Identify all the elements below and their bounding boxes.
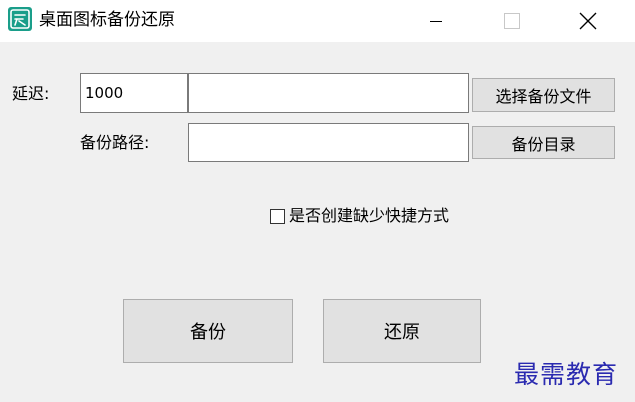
select-backup-file-button[interactable]: 选择备份文件: [472, 78, 615, 112]
backup-file-input[interactable]: [188, 73, 469, 113]
maximize-button[interactable]: [489, 0, 535, 42]
app-logo-icon: [8, 7, 32, 31]
delay-input[interactable]: 1000: [80, 73, 188, 113]
minimize-button[interactable]: [413, 0, 459, 42]
checkbox-square[interactable]: [270, 208, 285, 224]
restore-button[interactable]: 还原: [323, 299, 481, 363]
delay-label: 延迟:: [12, 84, 50, 103]
close-button[interactable]: [565, 0, 611, 42]
backup-path-input[interactable]: [188, 123, 469, 162]
title-bar[interactable]: 桌面图标备份还原: [0, 0, 635, 42]
minimize-icon: [430, 21, 442, 22]
backup-path-label: 备份路径:: [80, 133, 150, 152]
create-missing-shortcuts-checkbox[interactable]: 是否创建缺少快捷方式: [270, 206, 449, 226]
window-title: 桌面图标备份还原: [39, 10, 175, 30]
checkbox-label: 是否创建缺少快捷方式: [289, 206, 450, 225]
backup-directory-button[interactable]: 备份目录: [472, 126, 615, 159]
watermark-text: 最需教育: [514, 360, 619, 389]
close-icon: [579, 12, 597, 30]
app-window: 桌面图标备份还原 延迟: 1000 选择备份文件 备份路径: 备份目录 是否创建…: [0, 0, 635, 402]
backup-button[interactable]: 备份: [123, 299, 293, 363]
maximize-icon: [504, 13, 520, 29]
